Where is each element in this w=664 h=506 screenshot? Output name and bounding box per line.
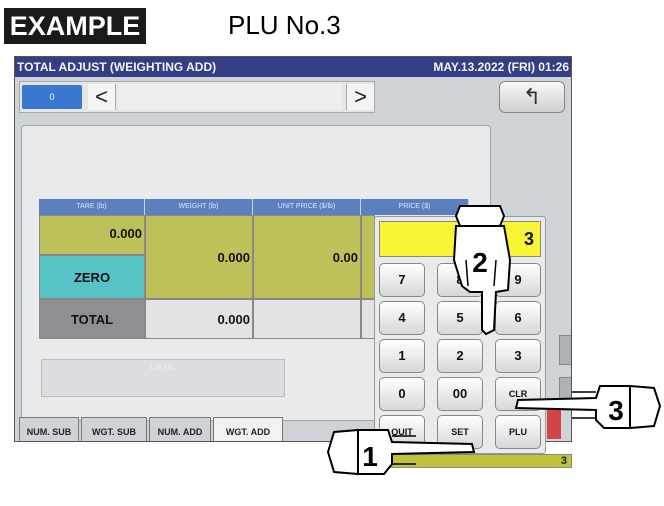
key-3[interactable]: 3 xyxy=(495,339,541,373)
prev-button[interactable]: < xyxy=(88,84,116,110)
key-1[interactable]: 1 xyxy=(379,339,425,373)
screen-titlebar: TOTAL ADJUST (WEIGHTING ADD) MAY.13.2022… xyxy=(15,57,571,77)
key-2[interactable]: 2 xyxy=(437,339,483,373)
col-unit-price: UNIT PRICE ($/lb) xyxy=(253,199,361,215)
record-navigator: 0 < > xyxy=(19,81,375,113)
step-1-label: 1 xyxy=(362,441,378,472)
tab-wgt-add[interactable]: WGT. ADD xyxy=(213,417,283,441)
weight-value: 0.000 xyxy=(145,215,253,299)
hand-pointer-icon: 1 xyxy=(326,428,476,476)
lot-number-field[interactable]: Lot No. xyxy=(41,359,285,397)
hand-pointer-icon: 2 xyxy=(452,205,512,336)
tab-num-sub[interactable]: NUM. SUB xyxy=(19,417,79,441)
col-weight: WEIGHT (lb) xyxy=(145,199,253,215)
key-00[interactable]: 00 xyxy=(437,377,483,411)
side-button[interactable] xyxy=(559,335,571,365)
back-button[interactable]: ↰ xyxy=(499,81,565,113)
next-button[interactable]: > xyxy=(346,84,374,110)
tab-wgt-sub[interactable]: WGT. SUB xyxy=(81,417,147,441)
total-price xyxy=(361,299,375,339)
unit-price-value[interactable]: 0.00 xyxy=(253,215,361,299)
total-weight: 0.000 xyxy=(145,299,253,339)
example-badge: EXAMPLE xyxy=(4,8,146,44)
tab-bar: NUM. SUB WGT. SUB NUM. ADD WGT. ADD xyxy=(19,417,285,441)
total-label: TOTAL xyxy=(39,299,145,339)
zero-button[interactable]: ZERO xyxy=(39,255,145,299)
record-id-field[interactable]: 0 xyxy=(22,85,82,109)
total-unit-price xyxy=(253,299,361,339)
step-3-label: 3 xyxy=(608,395,624,426)
price-value xyxy=(361,215,375,299)
step-2-label: 2 xyxy=(472,247,488,278)
table-header: TARE (lb) WEIGHT (lb) UNIT PRICE ($/lb) … xyxy=(39,199,469,215)
tab-num-add[interactable]: NUM. ADD xyxy=(149,417,211,441)
record-name-field[interactable] xyxy=(118,84,342,110)
hand-pointer-icon: 3 xyxy=(514,384,662,430)
datetime: MAY.13.2022 (FRI) 01:26 xyxy=(433,60,569,74)
key-4[interactable]: 4 xyxy=(379,301,425,335)
example-title: PLU No.3 xyxy=(228,10,341,40)
key-0[interactable]: 0 xyxy=(379,377,425,411)
col-tare: TARE (lb) xyxy=(39,199,145,215)
tare-value[interactable]: 0.000 xyxy=(39,215,145,255)
screen-title: TOTAL ADJUST (WEIGHTING ADD) xyxy=(17,60,217,74)
key-7[interactable]: 7 xyxy=(379,263,425,297)
